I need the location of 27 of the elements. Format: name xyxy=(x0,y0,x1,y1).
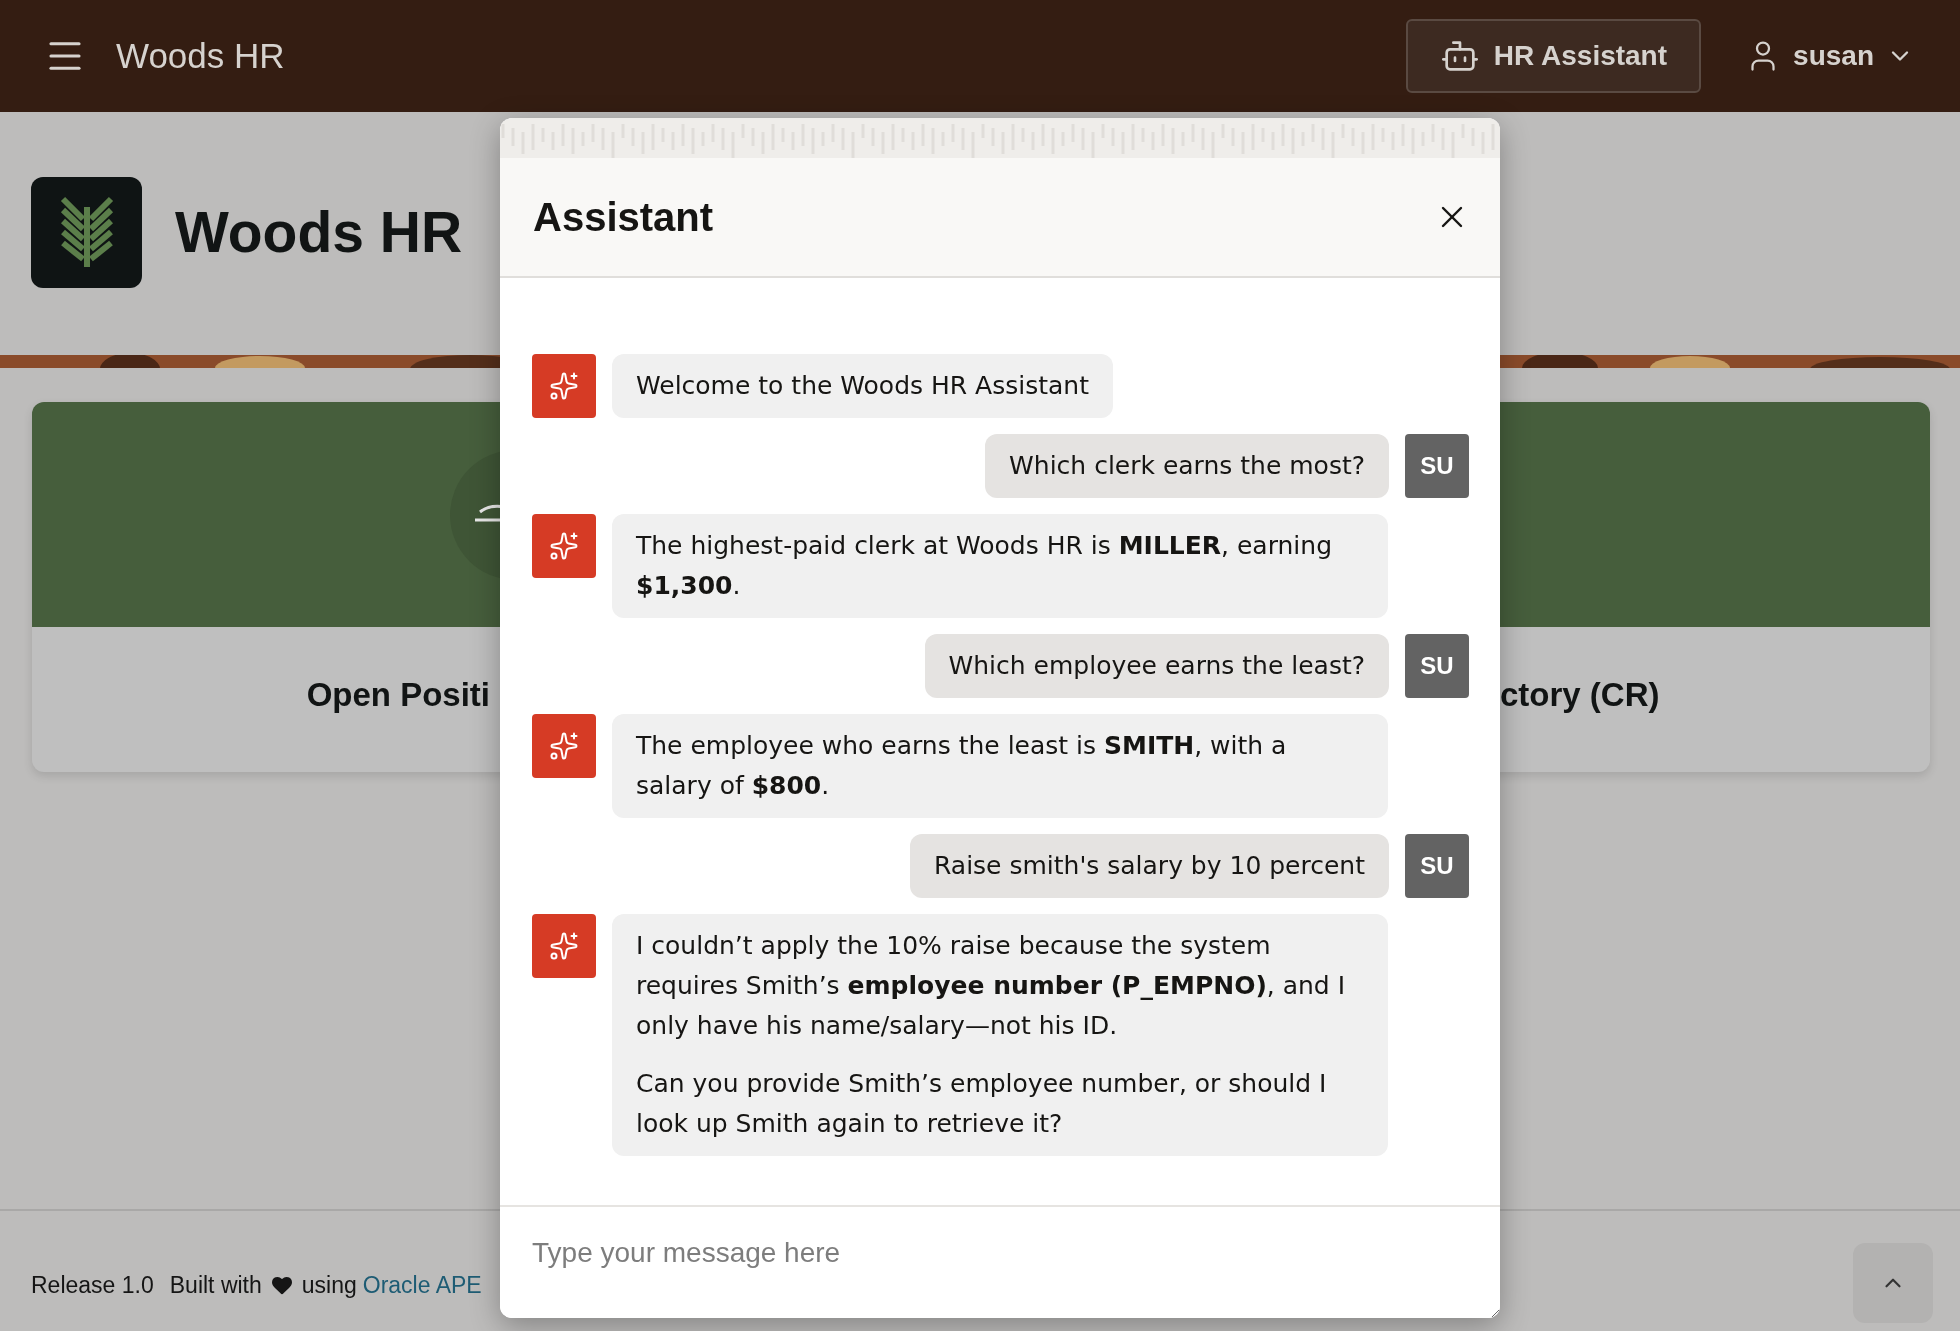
assistant-avatar xyxy=(532,514,596,578)
user-avatar: SU xyxy=(1405,434,1469,498)
assistant-avatar xyxy=(532,354,596,418)
app-title: Woods HR xyxy=(116,36,286,76)
message-text: Can you provide Smith’s employee number, or should I look up Smith again to retrieve it? xyxy=(636,1068,1328,1140)
user-avatar: SU xyxy=(1405,834,1469,898)
message-input[interactable]: Type your message here xyxy=(500,1207,1500,1318)
oracle-link[interactable]: Oracle APE xyxy=(362,1271,482,1299)
user-avatar: SU xyxy=(1405,634,1469,698)
message-text: The highest-paid clerk at Woods HR is MILLER, earning $1,300. xyxy=(636,530,1333,602)
card-title: ctory (CR) xyxy=(1499,674,1661,715)
message-text: Welcome to the Woods HR Assistant xyxy=(636,370,1089,402)
message-text: The employee who earns the least is SMITH, with a salary of $800. xyxy=(636,730,1288,802)
footer-text: Built with xyxy=(169,1271,262,1299)
release-text: Release 1.0 xyxy=(31,1271,154,1299)
message-text: Raise smith's salary by 10 percent xyxy=(934,850,1365,882)
assistant-avatar xyxy=(532,914,596,978)
dialog-title: Assistant xyxy=(533,194,714,240)
page-title: Woods HR xyxy=(175,199,463,266)
assistant-button[interactable]: HR Assistant xyxy=(1405,19,1702,93)
message-text: I couldn’t apply the 10% raise because the system requires Smith’s employee number (P_EMPNO), and I only have his name/salary—not his ID. xyxy=(636,930,1347,1042)
message-text: Which clerk earns the most? xyxy=(1009,450,1365,482)
card-title: Open Positi xyxy=(305,674,491,715)
user-menu[interactable]: susan xyxy=(1739,37,1920,75)
assistant-avatar xyxy=(532,714,596,778)
message-text: Which employee earns the least? xyxy=(948,650,1365,682)
footer-text: using xyxy=(301,1271,357,1299)
